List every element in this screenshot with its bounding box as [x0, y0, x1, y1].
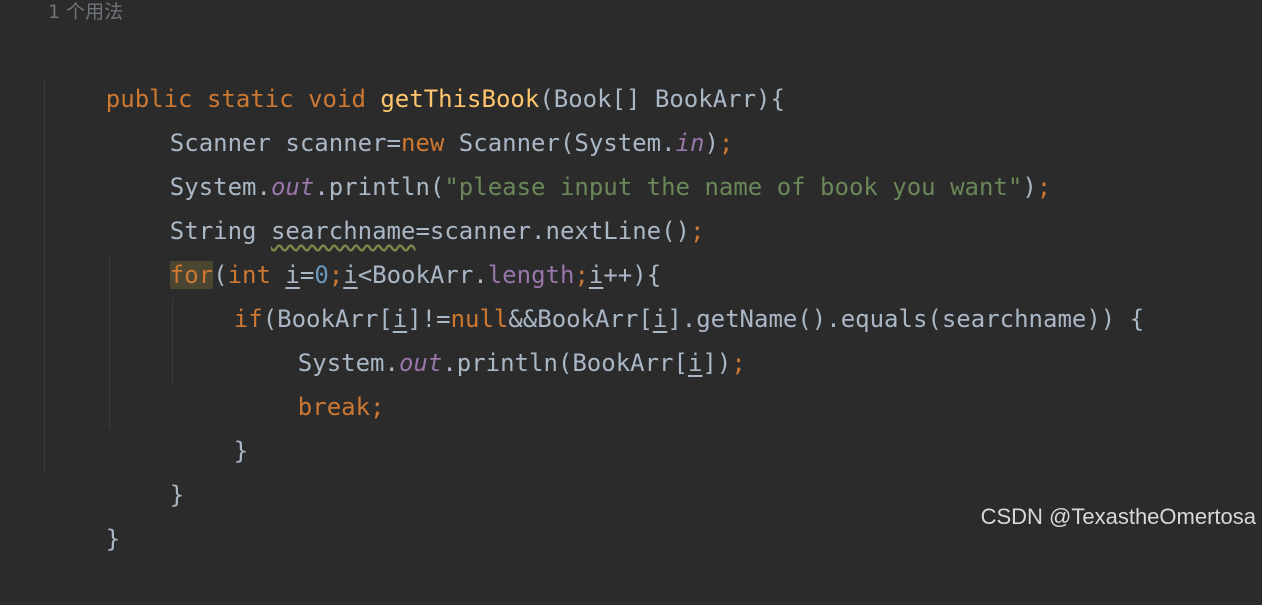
usage-hint[interactable]: 1 个用法: [48, 0, 123, 24]
code-editor[interactable]: 1 个用法 public static void getThisBook(Boo…: [0, 0, 1262, 553]
field-out: out: [398, 349, 443, 377]
closing-brace: }: [233, 437, 249, 465]
code-line[interactable]: Scanner scanner=new Scanner(System.in);: [112, 77, 734, 157]
indent-guide: [109, 254, 110, 428]
code-line[interactable]: if(BookArr[i]!=null&&BookArr[i].getName(…: [176, 253, 1144, 333]
keyword-break: break: [297, 393, 371, 421]
indent-guide: [44, 78, 45, 472]
variable-i: i: [687, 349, 703, 377]
code-line[interactable]: }: [112, 429, 184, 509]
code-line[interactable]: System.out.println(BookArr[i]);: [240, 297, 746, 377]
code-line[interactable]: }: [176, 385, 248, 465]
watermark: CSDN @TexastheOmertosa: [980, 504, 1256, 529]
code-line[interactable]: }: [48, 473, 120, 553]
code-line[interactable]: public static void getThisBook(Book[] Bo…: [48, 33, 785, 113]
code-line[interactable]: String searchname=scanner.nextLine();: [112, 165, 705, 245]
code-line[interactable]: System.out.println("please input the nam…: [112, 121, 1051, 201]
indent-guide: [172, 298, 173, 384]
code-line[interactable]: for(int i=0;i<BookArr.length;i++){: [112, 209, 661, 289]
closing-brace: }: [169, 481, 185, 509]
closing-brace: }: [105, 525, 121, 553]
code-line[interactable]: break;: [240, 341, 385, 421]
